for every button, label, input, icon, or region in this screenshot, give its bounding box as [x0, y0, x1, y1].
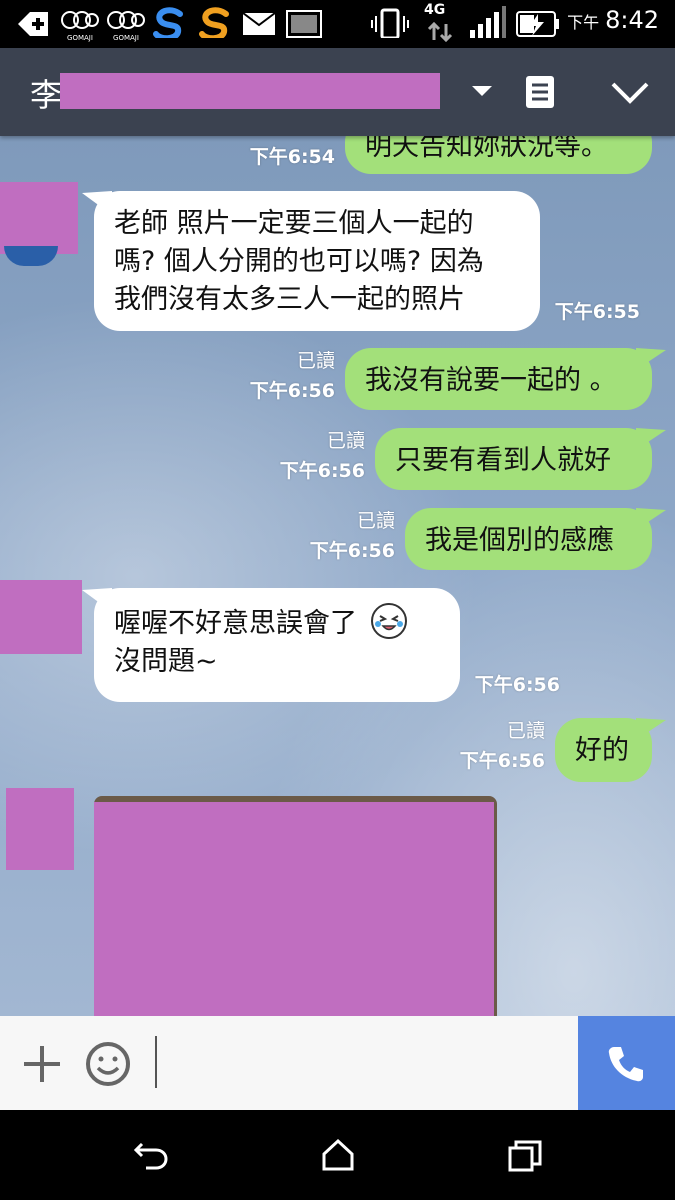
read-receipt: 已讀: [326, 430, 365, 452]
avatar-edge: [4, 246, 58, 266]
battery-charging-icon: [516, 11, 559, 37]
home-icon[interactable]: [320, 1138, 356, 1172]
network-type-label: 4G: [424, 2, 446, 18]
message-meta: 下午6:55: [540, 297, 640, 327]
avatar[interactable]: [6, 788, 74, 870]
gomaji-icon-2: GOMAJI: [106, 8, 146, 42]
system-nav-bar: [0, 1110, 675, 1200]
gomaji-label-2: GOMAJI: [113, 34, 139, 42]
message-text: 我沒有說要一起的 。: [365, 365, 617, 396]
read-receipt: 已讀: [296, 350, 335, 372]
message-meta: 下午6:54: [230, 142, 335, 172]
status-bar: GOMAJI GOMAJI 4G 下午 8:42: [0, 0, 675, 48]
bubble-tail: [636, 718, 666, 740]
message-bubble-outgoing[interactable]: 我是個別的感應: [405, 508, 652, 570]
message-text-line: 老師 照片一定要三個人一起的: [114, 208, 474, 239]
bubble-tail: [636, 508, 666, 530]
chat-header: 李: [0, 48, 675, 136]
gomaji-label: GOMAJI: [67, 34, 93, 42]
crying-laughing-emoji-icon: [370, 603, 407, 639]
image-redaction: [94, 802, 494, 1016]
contact-name-initial[interactable]: 李: [30, 70, 62, 116]
message-text-line: 喔喔不好意思誤會了: [114, 602, 440, 643]
message-time: 下午6:56: [459, 750, 545, 772]
message-bubble-outgoing[interactable]: 只要有看到人就好: [375, 428, 652, 490]
avatar[interactable]: [0, 182, 78, 254]
message-time: 下午6:54: [249, 146, 335, 168]
data-arrows-icon: [427, 22, 453, 42]
message-time: 下午6:56: [474, 674, 560, 696]
message-meta: 已讀 下午6:56: [440, 716, 545, 776]
image-message[interactable]: [94, 796, 497, 1016]
message-input[interactable]: [160, 1038, 570, 1090]
orange-s-app-icon: [199, 7, 229, 38]
avatar[interactable]: [0, 580, 82, 654]
app-notification-icon: [18, 12, 48, 36]
chevron-down-icon[interactable]: [610, 80, 650, 106]
message-text: 我是個別的感應: [425, 525, 614, 556]
smiley-icon[interactable]: [84, 1040, 132, 1088]
message-text: 只要有看到人就好: [395, 445, 611, 476]
message-text: 好的: [575, 735, 629, 766]
message-input-bar: [0, 1016, 675, 1110]
bubble-tail: [636, 428, 666, 450]
mail-icon: [242, 12, 276, 35]
phone-icon: [608, 1047, 643, 1082]
recent-apps-icon[interactable]: [506, 1138, 544, 1172]
gomaji-icon: GOMAJI: [60, 8, 100, 42]
bubble-tail: [82, 588, 112, 612]
bubble-tail: [636, 348, 666, 370]
back-icon[interactable]: [132, 1138, 170, 1172]
signal-icon: [470, 6, 506, 38]
contact-name-redaction: [60, 73, 440, 109]
message-time: 下午6:56: [309, 540, 395, 562]
message-time: 下午6:56: [249, 380, 335, 402]
message-bubble-outgoing[interactable]: 我沒有說要一起的 。: [345, 348, 652, 410]
message-bubble-incoming[interactable]: 老師 照片一定要三個人一起的 嗎? 個人分開的也可以嗎? 因為 我們沒有太多三人…: [94, 191, 540, 331]
message-text-line: 我們沒有太多三人一起的照片: [114, 284, 465, 315]
message-text: 明天告知妳狀況等。: [365, 136, 608, 162]
text-cursor: [155, 1036, 157, 1088]
plus-icon[interactable]: [22, 1044, 62, 1084]
message-bubble-outgoing[interactable]: 明天告知妳狀況等。: [345, 136, 652, 174]
notes-icon[interactable]: [524, 74, 556, 110]
clock-time: 8:42: [605, 6, 659, 34]
bubble-tail: [82, 191, 112, 215]
vibrate-icon: [371, 8, 409, 38]
message-meta: 下午6:56: [460, 670, 560, 700]
clock-period: 下午: [567, 13, 600, 32]
message-meta: 已讀 下午6:56: [230, 346, 335, 406]
chat-area[interactable]: 明天告知妳狀況等。 下午6:54 老師 照片一定要三個人一起的 嗎? 個人分開的…: [0, 136, 675, 1016]
message-time: 下午6:55: [554, 301, 640, 323]
message-meta: 已讀 下午6:56: [260, 426, 365, 486]
blue-s-app-icon: [153, 7, 183, 38]
message-time: 下午6:56: [279, 460, 365, 482]
read-receipt: 已讀: [506, 720, 545, 742]
message-text-line: 沒問題~: [114, 646, 218, 677]
message-bubble-incoming[interactable]: 喔喔不好意思誤會了 沒問題~: [94, 588, 460, 702]
message-text-line: 嗎? 個人分開的也可以嗎? 因為: [114, 246, 484, 277]
read-receipt: 已讀: [356, 510, 395, 532]
call-button[interactable]: [578, 1016, 675, 1110]
caret-down-icon[interactable]: [470, 84, 494, 98]
message-meta: 已讀 下午6:56: [290, 506, 395, 566]
image-icon: [286, 10, 322, 38]
message-text-segment: 喔喔不好意思誤會了: [114, 608, 357, 639]
clock: 下午 8:42: [567, 6, 659, 34]
